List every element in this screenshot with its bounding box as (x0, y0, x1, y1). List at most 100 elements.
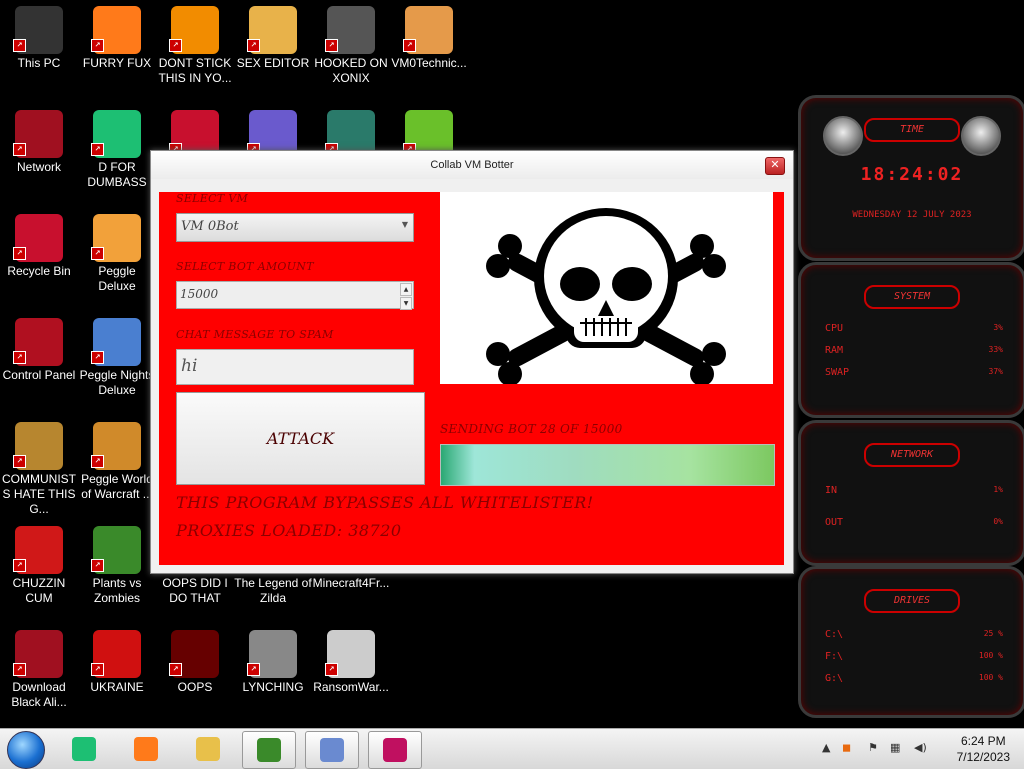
shortcut-arrow-icon: ↗ (247, 663, 260, 676)
stepper-down-button[interactable]: ▼ (400, 297, 412, 310)
desktop-icon[interactable]: ↗ COMMUNISTS HATE THIS G... (0, 418, 78, 518)
vlc-cone-icon: ↗ (169, 6, 219, 54)
chat-message-label: CHAT MESSAGE TO SPAM (176, 328, 334, 341)
noose-icon: ↗ (247, 630, 297, 678)
taskbar: ▲ ◼ ⚑ ▦ ◀) 6:24 PM 7/12/2023 (0, 728, 1024, 769)
shortcut-arrow-icon: ↗ (13, 351, 26, 364)
desktop-icon[interactable]: ↗ OOPS (156, 626, 234, 726)
desktop-icon[interactable]: ↗ Peggle Nights Deluxe (78, 314, 156, 414)
shortcut-arrow-icon: ↗ (169, 39, 182, 52)
taskbar-button[interactable] (368, 731, 422, 769)
desktop-icon[interactable]: ↗ Plants vs Zombies (78, 522, 156, 622)
select-vm-dropdown[interactable]: VM 0Bot ▼ (176, 213, 414, 242)
performance-monitor-icon (320, 738, 344, 762)
desktop-icon[interactable]: ↗ D FOR DUMBASS (78, 106, 156, 206)
clock-time: 6:24 PM (960, 734, 1006, 748)
chuzzle-icon: ↗ (13, 526, 63, 574)
network-widget-title: NETWORK (864, 443, 960, 467)
drives-widget-title: DRIVES (864, 589, 960, 613)
flag-icon[interactable]: ⚑ (868, 741, 878, 754)
taskbar-button[interactable] (182, 731, 234, 767)
drive-row-g: G:\ 100 % (825, 673, 1003, 684)
taskbar-button[interactable] (120, 731, 172, 767)
desktop-icon[interactable]: ↗ FURRY FUX (78, 2, 156, 102)
select-vm-value: VM 0Bot (181, 219, 239, 234)
shortcut-arrow-icon: ↗ (247, 39, 260, 52)
desktop-icon[interactable]: ↗ UKRAINE (78, 626, 156, 726)
stepper-up-button[interactable]: ▲ (400, 283, 412, 296)
shortcut-arrow-icon: ↗ (13, 559, 26, 572)
notification-app-icon[interactable]: ◼ (842, 741, 851, 754)
drive-row-c: C:\ 25 % (825, 629, 1003, 640)
desktop-icon-label: Control Panel (2, 368, 76, 382)
desktop-icon[interactable]: ↗ CHUZZIN CUM (0, 522, 78, 622)
window-title: Collab VM Botter (430, 159, 514, 171)
system-row-ram: RAM 33% (825, 345, 1003, 356)
desktop-icon-label: Recycle Bin (7, 264, 71, 278)
desktop-icon-label: Peggle Nights Deluxe (79, 368, 155, 397)
desktop-icon[interactable]: ↗ VM0Technic... (390, 2, 468, 102)
firefox-icon: ↗ (91, 6, 141, 54)
system-widget-title: SYSTEM (864, 285, 960, 309)
network-row-out: OUT 0% (825, 517, 1003, 528)
shortcut-arrow-icon: ↗ (325, 39, 338, 52)
bypass-text: THIS PROGRAM BYPASSES ALL WHITELISTER! (176, 493, 594, 512)
desktop-icon-label: VM0Technic... (391, 56, 467, 70)
desktop-icon-label: FURRY FUX (82, 56, 152, 70)
desktop-icon[interactable]: ↗ Download Black Ali... (0, 626, 78, 726)
system-tray: ▲ ◼ ⚑ ▦ ◀) 6:24 PM 7/12/2023 (814, 729, 1024, 769)
desktop-icon[interactable]: ↗ Control Panel (0, 314, 78, 414)
desktop-icon-label: This PC (17, 56, 61, 70)
control-panel-icon: ↗ (13, 318, 63, 366)
desktop-icon[interactable]: ↗ This PC (0, 2, 78, 102)
volume-icon[interactable]: ◀) (914, 741, 927, 754)
taskbar-button[interactable] (58, 731, 110, 767)
close-button[interactable]: ✕ (765, 157, 785, 175)
network-row-in: IN 1% (825, 485, 1003, 496)
progress-label: SENDING BOT 28 OF 15000 (440, 422, 623, 436)
desktop-icon-label: Minecraft4Fr... (312, 576, 390, 590)
shortcut-arrow-icon: ↗ (13, 247, 26, 260)
desktop-icon-label: Peggle Deluxe (98, 264, 136, 293)
taskbar-button[interactable] (242, 731, 296, 769)
plants-vs-zombies-icon: ↗ (91, 526, 141, 574)
stepper-buttons: ▲ ▼ (400, 283, 412, 310)
desktop-icon-label: OOPS DID I DO THAT (162, 576, 228, 605)
desktop-icon[interactable]: ↗ HOOKED ON XONIX (312, 2, 390, 102)
bot-amount-stepper[interactable]: 15000 ▲ ▼ (176, 281, 414, 310)
start-button[interactable] (7, 731, 45, 769)
hxd-icon: ↗ (247, 6, 297, 54)
close-icon: ✕ (770, 159, 780, 171)
attack-button[interactable]: ATTACK (176, 392, 425, 485)
desktop-icon[interactable]: ↗ DONT STICK THIS IN YO... (156, 2, 234, 102)
desktop-icon[interactable]: ↗ Peggle World of Warcraft ... (78, 418, 156, 518)
desktop-icon-label: CHUZZIN CUM (12, 576, 66, 605)
show-hidden-icons-icon[interactable]: ▲ (822, 741, 830, 754)
shortcut-arrow-icon: ↗ (403, 39, 416, 52)
desktop-icon-label: LYNCHING (242, 680, 304, 694)
taskbar-clock[interactable]: 6:24 PM 7/12/2023 (957, 733, 1010, 765)
shortcut-arrow-icon: ↗ (91, 351, 104, 364)
peggle-nights-icon: ↗ (91, 318, 141, 366)
desktop-icon[interactable]: ↗ Recycle Bin (0, 210, 78, 310)
network-tray-icon[interactable]: ▦ (890, 741, 900, 754)
document-app-icon (72, 737, 96, 761)
desktop-icon[interactable]: ↗ Peggle Deluxe (78, 210, 156, 310)
bot-amount-label: SELECT BOT AMOUNT (176, 260, 314, 273)
desktop-icon[interactable]: ↗ Network (0, 106, 78, 206)
desktop-icon-label: Network (16, 160, 61, 174)
desktop-icon[interactable]: ↗ SEX EDITOR (234, 2, 312, 102)
desktop-icon-label: Plants vs Zombies (92, 576, 142, 605)
desktop-icon-label: DONT STICK THIS IN YO... (158, 56, 232, 85)
taskbar-button[interactable] (305, 731, 359, 769)
desktop-icon[interactable]: ↗ LYNCHING (234, 626, 312, 726)
shortcut-arrow-icon: ↗ (13, 455, 26, 468)
desktop-icon-label: D FOR DUMBASS (87, 160, 147, 189)
shortcut-arrow-icon: ↗ (91, 663, 104, 676)
collab-vm-botter-icon (383, 738, 407, 762)
money-bag-icon: ↗ (13, 422, 63, 470)
chat-message-input[interactable]: hi (176, 349, 414, 385)
window-titlebar[interactable]: Collab VM Botter ✕ (151, 151, 793, 179)
shortcut-arrow-icon: ↗ (91, 455, 104, 468)
desktop-icon[interactable]: ↗ RansomWar... (312, 626, 390, 726)
